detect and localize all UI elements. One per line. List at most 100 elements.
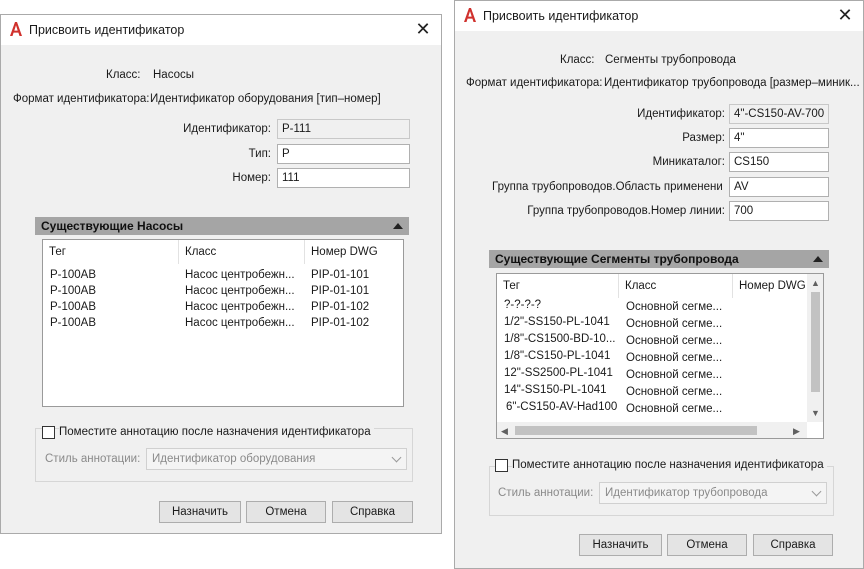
collapse-icon[interactable] xyxy=(393,223,403,229)
cell-tag: ?-?-?-? xyxy=(504,299,542,311)
dialog-title: Присвоить идентификатор xyxy=(29,23,185,37)
title-bar: Присвоить идентификатор ✕ xyxy=(455,1,863,31)
cancel-button[interactable]: Отмена xyxy=(667,534,747,556)
help-button[interactable]: Справка xyxy=(753,534,833,556)
tag-label: Идентификатор: xyxy=(183,123,271,135)
autocad-logo-icon xyxy=(10,22,22,36)
existing-pumps-section-header[interactable]: Существующие Насосы xyxy=(35,217,409,235)
annotation-style-label: Стиль аннотации: xyxy=(498,487,594,499)
cell-class: Основной сегме... xyxy=(626,352,723,364)
cell-tag: P-100AB xyxy=(50,269,97,281)
section-title: Существующие Насосы xyxy=(41,219,184,233)
close-button[interactable]: ✕ xyxy=(409,17,437,41)
cell-tag: 6"-CS150-AV-Had1001 xyxy=(506,401,618,413)
annotation-style-combo[interactable]: Идентификатор трубопровода xyxy=(599,482,827,504)
cell-tag: 14"-SS150-PL-1041 xyxy=(504,384,607,396)
place-annotation-checkbox[interactable] xyxy=(495,459,508,472)
cell-tag: P-100AB xyxy=(50,317,97,329)
tag-field: 4"-CS150-AV-700 xyxy=(729,104,829,124)
scroll-up-arrow-icon[interactable]: ▲ xyxy=(811,278,820,288)
cell-class: Основной сегме... xyxy=(626,386,723,398)
cell-class: Основной сегме... xyxy=(626,318,723,330)
type-field[interactable]: P xyxy=(277,144,410,164)
class-label: Класс: xyxy=(106,69,141,81)
annotation-style-value: Идентификатор оборудования xyxy=(152,453,316,465)
horizontal-scroll-thumb[interactable] xyxy=(515,426,757,435)
assign-button[interactable]: Назначить xyxy=(159,501,241,523)
service-field[interactable]: AV xyxy=(729,177,829,197)
cell-class: Основной сегме... xyxy=(626,369,723,381)
cell-class: Насос центробежн... xyxy=(185,317,295,329)
spec-label: Миникаталог: xyxy=(652,156,725,168)
column-header-dwg[interactable]: Номер DWG xyxy=(305,240,403,264)
cell-class: Насос центробежн... xyxy=(185,269,295,281)
scroll-down-arrow-icon[interactable]: ▼ xyxy=(811,408,820,418)
cell-class: Основной сегме... xyxy=(626,301,723,313)
format-value: Идентификатор трубопровода [размер–миник… xyxy=(604,77,860,89)
class-value: Сегменты трубопровода xyxy=(605,54,736,66)
dialog-title: Присвоить идентификатор xyxy=(483,9,639,23)
cell-dwg: PIP-01-101 xyxy=(311,285,370,297)
existing-pipelines-section-header[interactable]: Существующие Сегменты трубопровода xyxy=(489,250,829,268)
annotation-style-value: Идентификатор трубопровода xyxy=(605,487,768,499)
size-label: Размер: xyxy=(682,132,725,144)
format-label: Формат идентификатора: xyxy=(13,93,150,105)
cell-class: Насос центробежн... xyxy=(185,285,295,297)
class-label: Класс: xyxy=(560,54,595,66)
cell-tag: 12"-SS2500-PL-1041 xyxy=(504,367,613,379)
place-annotation-checkbox[interactable] xyxy=(42,426,55,439)
tag-label: Идентификатор: xyxy=(637,108,725,120)
cell-tag: P-100AB xyxy=(50,301,97,313)
column-header-dwg[interactable]: Номер DWG xyxy=(733,274,809,298)
assign-tag-dialog-pumps: Присвоить идентификатор ✕ Класс: Насосы … xyxy=(0,14,442,534)
cell-tag: 1/8"-CS1500-BD-10... xyxy=(504,333,616,345)
line-label: Группа трубопроводов.Номер линии: xyxy=(527,205,725,217)
section-title: Существующие Сегменты трубопровода xyxy=(495,252,739,266)
horizontal-scrollbar[interactable]: ◀ ▶ xyxy=(497,422,807,438)
service-label: Группа трубопроводов.Область применени xyxy=(492,181,723,193)
column-header-class[interactable]: Класс xyxy=(179,240,305,264)
assign-button[interactable]: Назначить xyxy=(579,534,662,556)
size-field[interactable]: 4" xyxy=(729,128,829,148)
cell-dwg: PIP-01-101 xyxy=(311,269,370,281)
format-label: Формат идентификатора: xyxy=(466,77,603,89)
annotation-style-combo[interactable]: Идентификатор оборудования xyxy=(146,448,407,470)
annotation-style-label: Стиль аннотации: xyxy=(45,453,141,465)
number-label: Номер: xyxy=(232,172,271,184)
cell-dwg: PIP-01-102 xyxy=(311,317,370,329)
spec-field[interactable]: CS150 xyxy=(729,152,829,172)
column-header-class[interactable]: Класс xyxy=(619,274,733,298)
cell-tag: 1/2"-SS150-PL-1041 xyxy=(504,316,610,328)
vertical-scroll-thumb[interactable] xyxy=(811,292,820,392)
format-value: Идентификатор оборудования [тип–номер] xyxy=(150,93,381,105)
chevron-down-icon xyxy=(391,452,402,463)
cell-class: Основной сегме... xyxy=(626,335,723,347)
column-header-tag[interactable]: Тег xyxy=(497,274,619,298)
class-value: Насосы xyxy=(153,69,194,81)
scroll-right-arrow-icon[interactable]: ▶ xyxy=(793,426,800,436)
autocad-logo-icon xyxy=(464,8,476,22)
column-header-tag[interactable]: Тег xyxy=(43,240,179,264)
existing-pumps-list[interactable]: Тег Класс Номер DWG P-100AB Насос центро… xyxy=(42,239,404,407)
vertical-scrollbar[interactable]: ▲ ▼ xyxy=(807,274,823,422)
assign-tag-dialog-pipelines: Присвоить идентификатор ✕ Класс: Сегмент… xyxy=(454,0,864,569)
line-field[interactable]: 700 xyxy=(729,201,829,221)
title-bar: Присвоить идентификатор ✕ xyxy=(1,15,441,45)
number-field[interactable]: 111 xyxy=(277,168,410,188)
collapse-icon[interactable] xyxy=(813,256,823,262)
type-label: Тип: xyxy=(248,148,271,160)
cell-tag: 1/8"-CS150-PL-1041 xyxy=(504,350,611,362)
cell-dwg: PIP-01-102 xyxy=(311,301,370,313)
close-button[interactable]: ✕ xyxy=(831,3,859,27)
existing-pipelines-list[interactable]: Тег Класс Номер DWG ?-?-?-? Основной сег… xyxy=(496,273,824,439)
chevron-down-icon xyxy=(811,486,822,497)
cancel-button[interactable]: Отмена xyxy=(246,501,326,523)
tag-field: P-111 xyxy=(277,119,410,139)
cell-class: Насос центробежн... xyxy=(185,301,295,313)
place-annotation-label[interactable]: Поместите аннотацию после назначения иде… xyxy=(512,459,827,471)
scroll-left-arrow-icon[interactable]: ◀ xyxy=(501,426,508,436)
cell-class: Основной сегме... xyxy=(626,403,723,415)
help-button[interactable]: Справка xyxy=(332,501,413,523)
cell-tag: P-100AB xyxy=(50,285,97,297)
place-annotation-label[interactable]: Поместите аннотацию после назначения иде… xyxy=(59,426,374,438)
